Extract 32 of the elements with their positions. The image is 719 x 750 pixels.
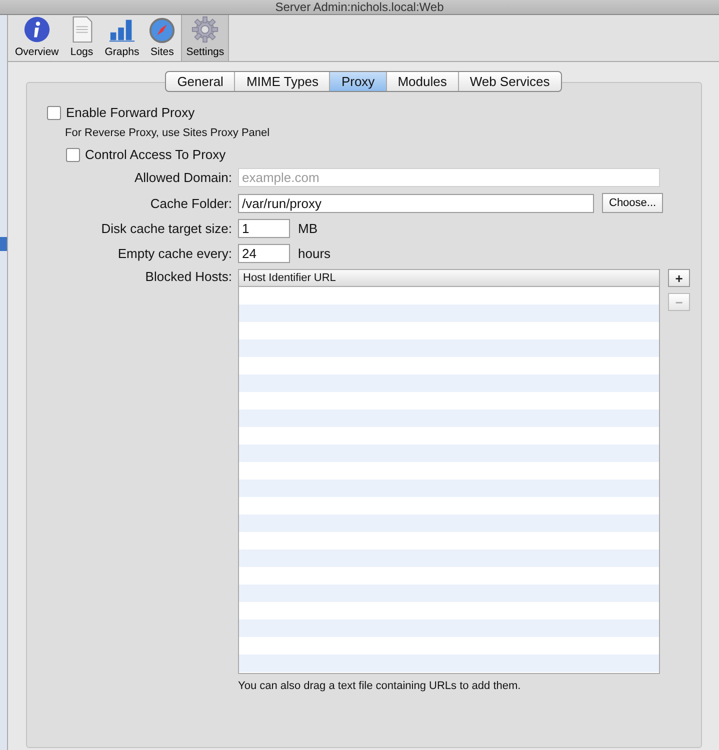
field-label: Empty cache every:: [116, 246, 232, 261]
unit-label: hours: [298, 246, 331, 261]
field-label: Cache Folder:: [149, 196, 232, 210]
note-text: For Reverse Proxy, use Sites Proxy Panel: [65, 127, 271, 139]
add-button[interactable]: +: [668, 269, 690, 287]
checkbox-label: Control Access To Proxy: [85, 147, 226, 162]
window-title: Server Admin:nichols.local:Web: [0, 0, 719, 15]
checkbox[interactable]: [47, 106, 61, 120]
blocked-hosts-list[interactable]: Host Identifier URL: [238, 269, 660, 674]
toolbar-button[interactable]: Settings: [181, 15, 230, 61]
number-field[interactable]: 1: [238, 219, 290, 238]
field-label: Allowed Domain:: [133, 170, 232, 185]
compass-icon: [147, 15, 178, 44]
tab[interactable]: Web Services: [458, 72, 561, 91]
field-label: Disk cache target size:: [100, 221, 232, 236]
checkbox-label: Enable Forward Proxy: [66, 105, 195, 120]
toolbar-button[interactable]: Sites: [143, 15, 182, 61]
number-field[interactable]: 24: [238, 244, 290, 263]
info-icon: [22, 15, 52, 44]
hint-text: You can also drag a text file containing URLs to add them.: [238, 680, 522, 692]
field-label: Blocked Hosts:: [144, 269, 232, 284]
toolbar-button[interactable]: Graphs: [100, 15, 144, 61]
toolbar-button[interactable]: Logs: [62, 15, 101, 61]
cache-folder-field[interactable]: /var/run/proxy: [238, 194, 594, 212]
unit-label: MB: [298, 221, 318, 236]
column-header[interactable]: Host Identifier URL: [239, 270, 659, 287]
tab[interactable]: Modules: [386, 72, 459, 91]
gear-icon: [190, 15, 220, 44]
checkbox[interactable]: [66, 148, 80, 162]
choose-button[interactable]: Choose...: [602, 193, 664, 213]
tab[interactable]: Proxy: [330, 72, 387, 91]
toolbar-button[interactable]: Overview: [11, 15, 63, 61]
